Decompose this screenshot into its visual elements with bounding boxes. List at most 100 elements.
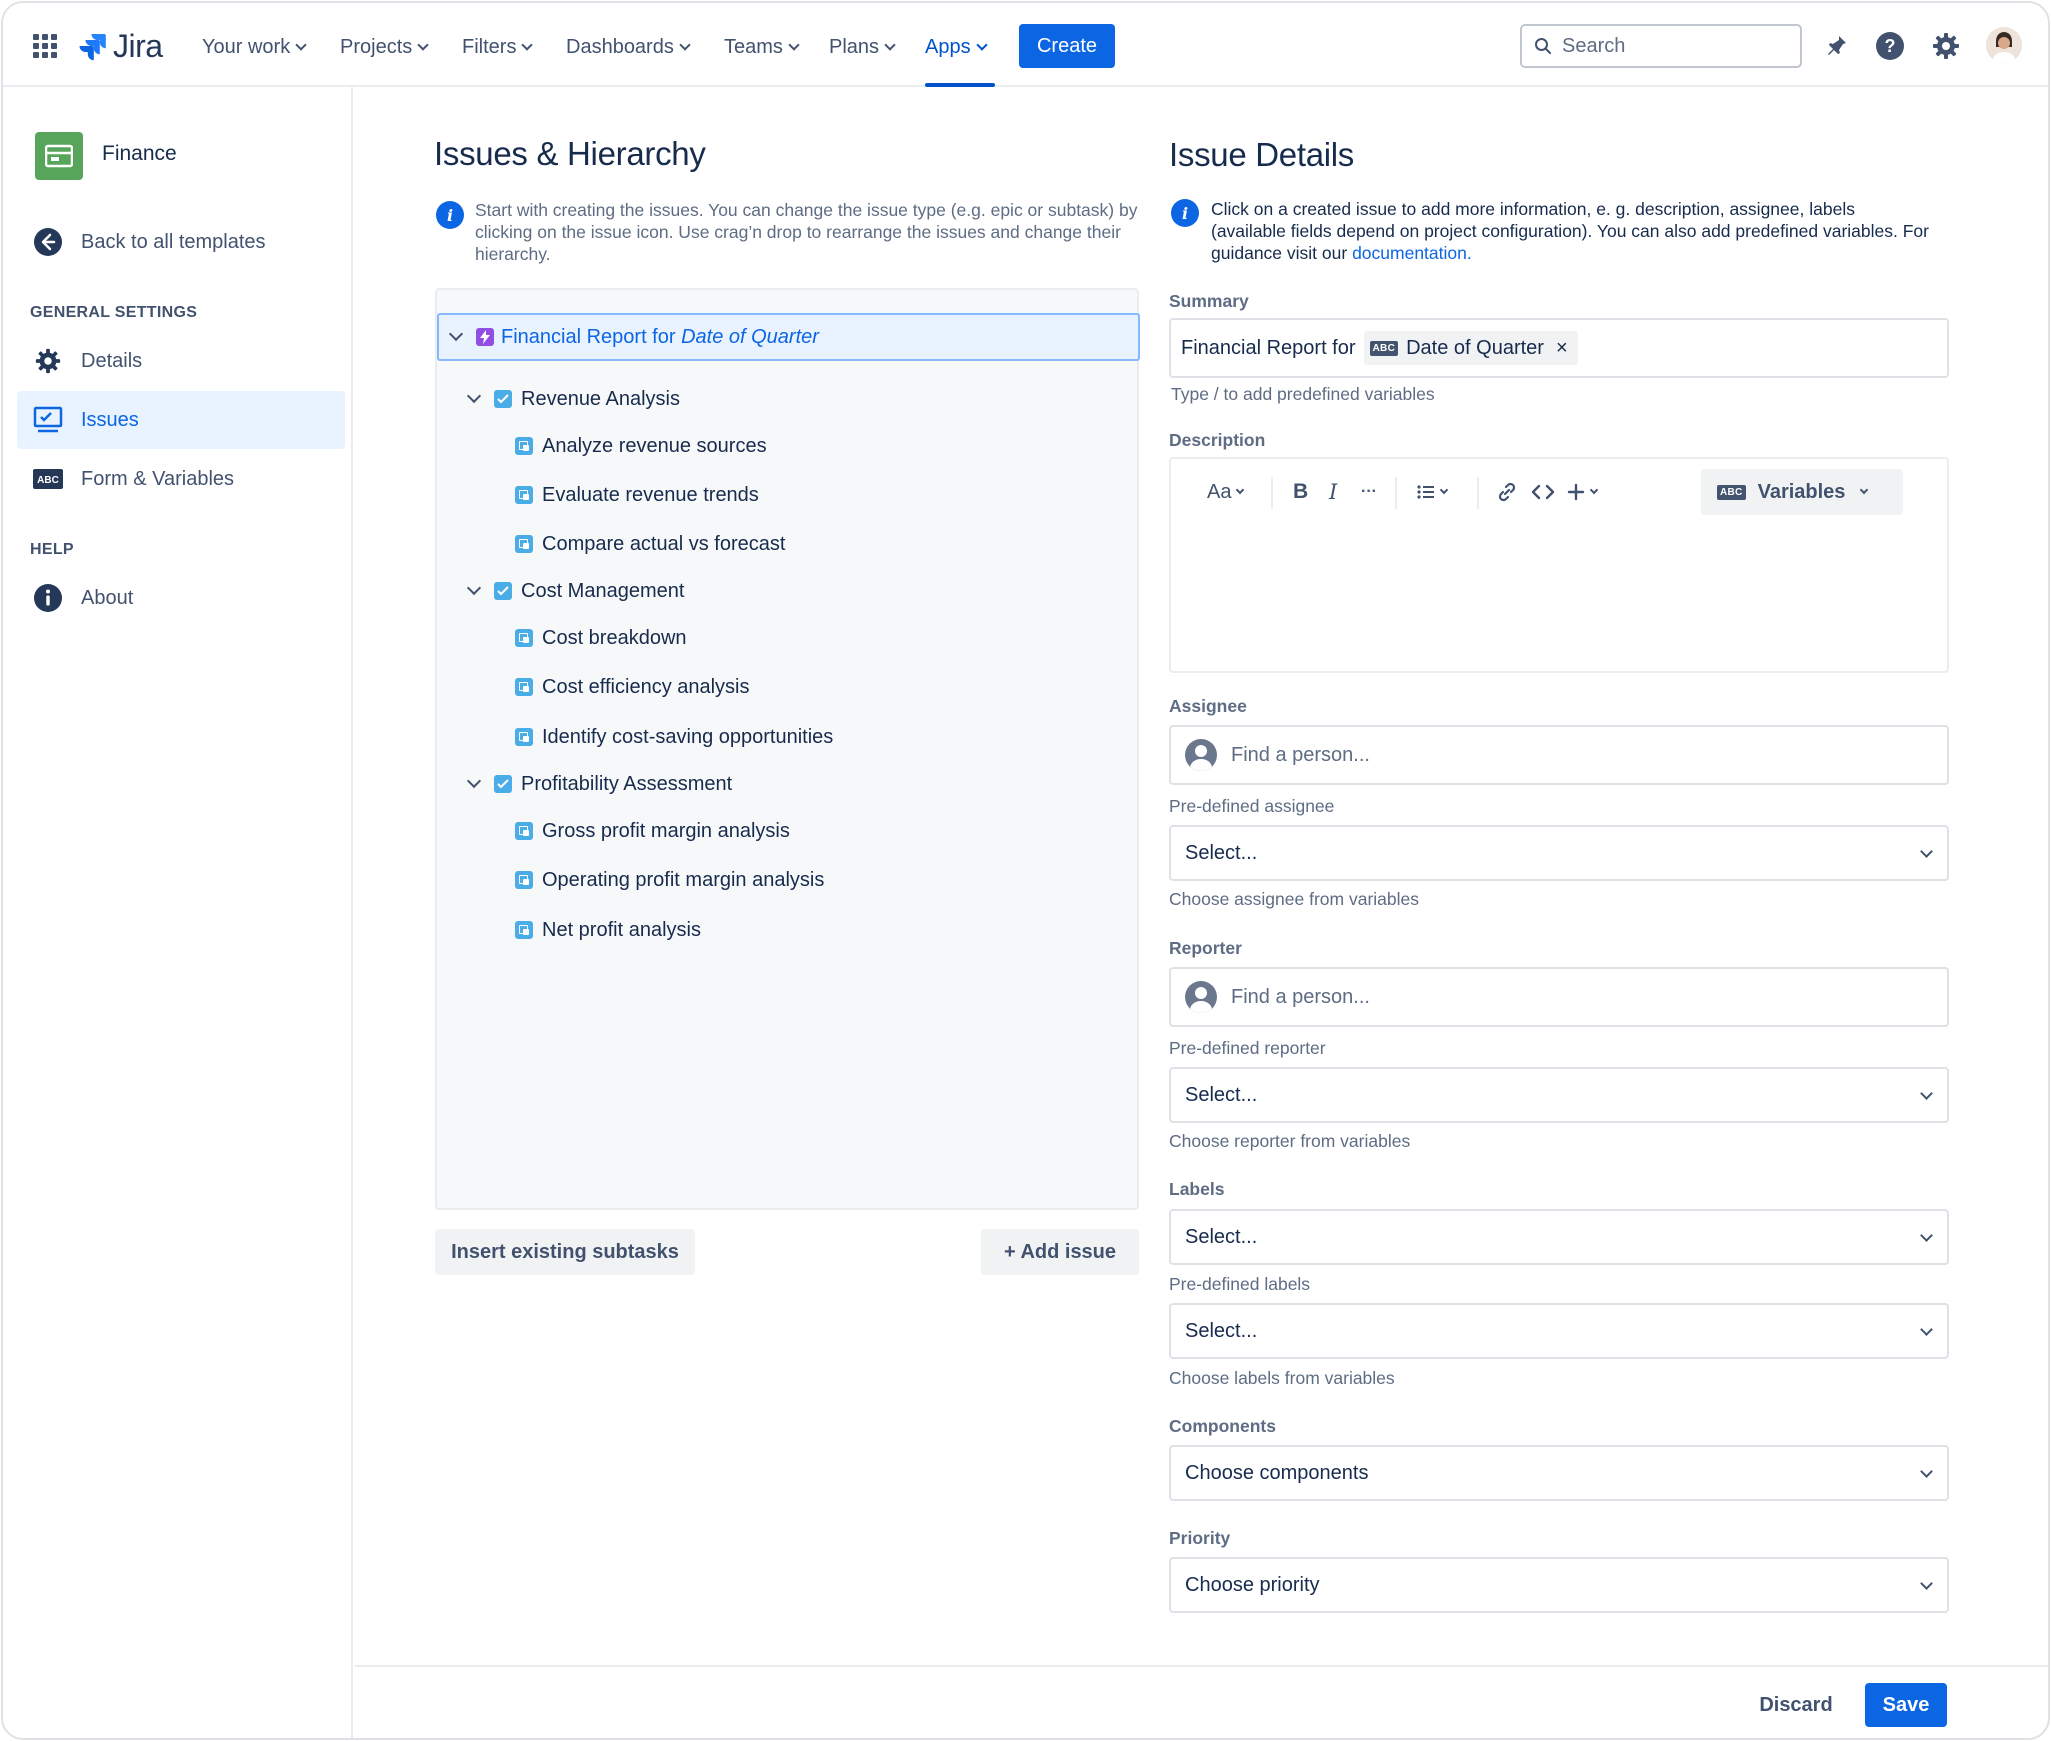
variable-chip-label: Date of Quarter (1406, 336, 1544, 359)
subtask-icon[interactable] (515, 437, 533, 455)
help-icon[interactable]: ? (1874, 30, 1906, 62)
tree-row-subtask[interactable]: Gross profit margin analysis (515, 814, 790, 848)
back-to-templates-link[interactable]: Back to all templates (17, 213, 345, 271)
nav-filters[interactable]: Filters (462, 31, 534, 63)
root-title-prefix: Financial Report for (501, 325, 682, 348)
tree-row-subtask[interactable]: Cost breakdown (515, 621, 687, 655)
tree-row-subtask[interactable]: Cost efficiency analysis (515, 670, 750, 704)
assignee-picker[interactable]: Find a person... (1169, 725, 1949, 785)
jira-logo[interactable]: Jira (77, 27, 163, 65)
link-icon (1498, 482, 1516, 502)
italic-button[interactable]: I (1329, 469, 1337, 515)
summary-field[interactable]: Financial Report for ABC Date of Quarter… (1169, 318, 1949, 378)
subtask-icon[interactable] (515, 871, 533, 889)
labels-select[interactable]: Select... (1169, 1209, 1949, 1265)
close-icon[interactable]: × (1556, 337, 1568, 360)
chevron-down-icon (1860, 485, 1869, 495)
notifications-icon[interactable] (1820, 30, 1852, 62)
story-checkbox-icon[interactable] (494, 582, 512, 600)
story-checkbox-icon[interactable] (494, 390, 512, 408)
link-button[interactable] (1497, 469, 1517, 515)
nav-apps-label: Apps (925, 35, 971, 58)
priority-select[interactable]: Choose priority (1169, 1557, 1949, 1613)
save-button[interactable]: Save (1865, 1683, 1947, 1727)
documentation-link[interactable]: documentation. (1352, 243, 1472, 263)
chevron-down-icon (1439, 485, 1449, 495)
variables-dropdown[interactable]: ABC Variables (1701, 469, 1903, 515)
nav-apps[interactable]: Apps (925, 31, 988, 63)
code-button[interactable] (1531, 469, 1555, 515)
subtask-title: Evaluate revenue trends (542, 483, 759, 506)
chevron-down-icon (1920, 845, 1933, 858)
root-issue-title: Financial Report for Date of Quarter (501, 326, 819, 349)
sidebar-item-issues[interactable]: Issues (17, 391, 345, 449)
abc-icon: ABC (1717, 484, 1746, 500)
subtask-icon[interactable] (515, 629, 533, 647)
subtask-title: Analyze revenue sources (542, 434, 767, 457)
nav-your-work[interactable]: Your work (202, 31, 307, 63)
nav-projects-label: Projects (340, 35, 413, 58)
subtask-icon[interactable] (515, 678, 533, 696)
story-checkbox-icon[interactable] (494, 775, 512, 793)
sidebar-item-about[interactable]: About (17, 569, 345, 627)
tree-row-subtask[interactable]: Compare actual vs forecast (515, 527, 785, 561)
bullet-list-icon (1417, 485, 1434, 499)
summary-label: Summary (1169, 291, 1249, 311)
list-dropdown[interactable] (1417, 469, 1449, 515)
user-avatar[interactable] (1986, 27, 2022, 63)
tree-row-story[interactable]: Cost Management (466, 574, 684, 608)
chevron-down-icon[interactable] (466, 580, 482, 596)
subtask-icon[interactable] (515, 728, 533, 746)
chevron-down-icon (884, 38, 896, 51)
tree-row-subtask[interactable]: Identify cost-saving opportunities (515, 720, 833, 754)
predefined-assignee-select[interactable]: Select... (1169, 825, 1949, 881)
insert-dropdown[interactable] (1567, 469, 1599, 515)
nav-your-work-label: Your work (202, 35, 291, 58)
settings-gear-icon[interactable] (1930, 30, 1962, 62)
tree-row-subtask[interactable]: Evaluate revenue trends (515, 478, 759, 512)
tree-row-story[interactable]: Revenue Analysis (466, 382, 680, 416)
subtask-icon[interactable] (515, 486, 533, 504)
nav-plans[interactable]: Plans (829, 31, 896, 63)
tree-row-subtask[interactable]: Operating profit margin analysis (515, 863, 824, 897)
search-box[interactable] (1520, 24, 1802, 68)
tree-row-subtask[interactable]: Analyze revenue sources (515, 429, 767, 463)
chevron-down-icon[interactable] (448, 326, 464, 342)
tree-root-epic[interactable]: Financial Report for Date of Quarter (437, 313, 1140, 361)
nav-teams[interactable]: Teams (724, 31, 800, 63)
hierarchy-info-text: Start with creating the issues. You can … (475, 200, 1138, 264)
add-issue-button[interactable]: + Add issue (981, 1229, 1139, 1275)
predefined-reporter-select[interactable]: Select... (1169, 1067, 1949, 1123)
person-avatar-icon (1185, 981, 1217, 1013)
reporter-picker[interactable]: Find a person... (1169, 967, 1949, 1027)
predefined-labels-select[interactable]: Select... (1169, 1303, 1949, 1359)
discard-button[interactable]: Discard (1747, 1683, 1845, 1727)
sidebar-item-details[interactable]: Details (17, 332, 345, 390)
story-title: Profitability Assessment (521, 772, 733, 795)
app-switcher-icon[interactable] (33, 34, 57, 58)
subtask-title: Net profit analysis (542, 918, 701, 941)
insert-existing-subtasks-button[interactable]: Insert existing subtasks (435, 1229, 695, 1275)
subtask-icon[interactable] (515, 535, 533, 553)
search-input[interactable] (1562, 34, 1782, 58)
create-button[interactable]: Create (1019, 24, 1115, 68)
more-formatting-button[interactable]: ··· (1361, 469, 1377, 515)
assignee-hint: Choose assignee from variables (1169, 889, 1419, 909)
chevron-down-icon[interactable] (466, 388, 482, 404)
chevron-down-icon[interactable] (466, 773, 482, 789)
description-editor[interactable]: Aa B I ··· ABC Variables (1169, 457, 1949, 673)
details-info-body: Click on a created issue to add more inf… (1211, 199, 1929, 263)
tree-row-story[interactable]: Profitability Assessment (466, 767, 733, 801)
epic-icon[interactable] (476, 328, 494, 346)
subtask-icon[interactable] (515, 921, 533, 939)
variable-chip[interactable]: ABC Date of Quarter × (1363, 331, 1578, 365)
plus-icon (1567, 483, 1585, 501)
subtask-icon[interactable] (515, 822, 533, 840)
nav-projects[interactable]: Projects (340, 31, 429, 63)
sidebar-item-form-variables[interactable]: ABC Form & Variables (17, 450, 345, 508)
bold-button[interactable]: B (1293, 469, 1308, 515)
components-select[interactable]: Choose components (1169, 1445, 1949, 1501)
tree-row-subtask[interactable]: Net profit analysis (515, 913, 701, 947)
nav-dashboards[interactable]: Dashboards (566, 31, 691, 63)
text-style-dropdown[interactable]: Aa (1207, 469, 1245, 515)
